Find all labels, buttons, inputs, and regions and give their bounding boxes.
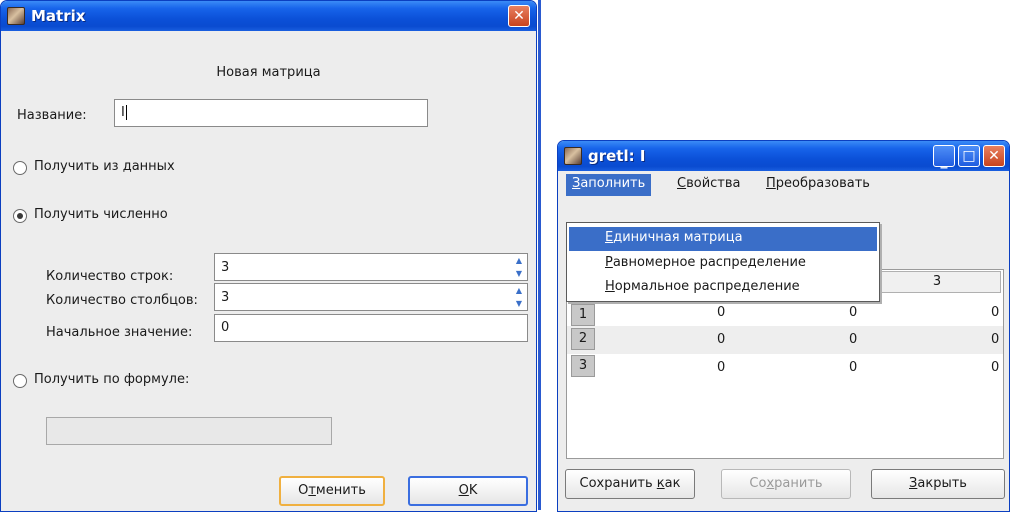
- identity-label: диничная матрица: [613, 230, 743, 245]
- identity-access: Е: [605, 230, 614, 245]
- menu-item-identity[interactable]: Единичная матрица: [569, 227, 877, 251]
- menu-props-label: войства: [686, 176, 741, 191]
- menu-item-uniform[interactable]: Равномерное распределение: [569, 252, 877, 276]
- menubar: Заполнить Свойства Преобразовать: [561, 171, 1006, 197]
- cell-r1c1[interactable]: 0: [717, 300, 725, 326]
- name-label: Название:: [17, 108, 87, 123]
- normal-label: ормальное распределение: [614, 279, 800, 294]
- close-icon: ✕: [988, 148, 1000, 164]
- cell-r2c1[interactable]: 0: [717, 327, 725, 353]
- cancel-label-a: О: [298, 483, 309, 498]
- maximize-icon: □: [962, 148, 976, 164]
- menu-fill[interactable]: Заполнить: [566, 174, 652, 196]
- rows-value: 3: [221, 260, 230, 275]
- fill-dropdown-menu: Единичная матрица Равномерное распределе…: [566, 222, 880, 302]
- save-as-label-access: к: [656, 476, 665, 491]
- gretl-titlebar[interactable]: gretl: I _ □ ✕: [558, 141, 1009, 171]
- close-button[interactable]: Закрыть: [871, 469, 1005, 499]
- formula-input[interactable]: [46, 417, 332, 445]
- radio-from-data-label[interactable]: Получить из данных: [34, 159, 175, 174]
- cancel-label-b: менить: [315, 483, 366, 498]
- cell-r3c2[interactable]: 0: [849, 355, 857, 381]
- cols-value: 3: [221, 290, 230, 305]
- gretl-title: gretl: I: [588, 147, 646, 165]
- ok-label-access: O: [458, 483, 469, 498]
- gretl-app-icon: [7, 7, 25, 25]
- save-label-a: Со: [749, 476, 767, 491]
- save-button[interactable]: Сохранить: [721, 469, 851, 499]
- menu-fill-label: аполнить: [580, 176, 646, 191]
- close-window-button[interactable]: ✕: [508, 5, 530, 27]
- gretl-app-icon: [564, 147, 582, 165]
- menu-transform[interactable]: Преобразовать: [760, 174, 876, 196]
- matrix-client: Новая матрица Название: I Получить из да…: [4, 31, 533, 511]
- row-2-bg: [567, 326, 1003, 354]
- radio-numeric[interactable]: [13, 209, 27, 223]
- menu-transform-label: реобразовать: [775, 176, 870, 191]
- spin-down-icon[interactable]: ▼: [511, 267, 527, 280]
- menu-transform-access: П: [766, 176, 776, 191]
- rows-spin-arrows[interactable]: ▲ ▼: [511, 254, 527, 280]
- save-as-label-a: Сохранить: [579, 476, 657, 491]
- initial-value-text: 0: [221, 320, 230, 335]
- col-header-3[interactable]: 3: [873, 271, 1001, 293]
- save-as-button[interactable]: Сохранить как: [565, 469, 695, 499]
- save-as-label-b: ак: [664, 476, 681, 491]
- save-label-b: ранить: [774, 476, 823, 491]
- spin-up-icon[interactable]: ▲: [511, 254, 527, 267]
- gretl-window: gretl: I _ □ ✕ Заполнить Свойства Преобр…: [557, 140, 1010, 512]
- menu-props-access: С: [677, 176, 687, 191]
- radio-formula[interactable]: [13, 374, 27, 388]
- rows-label: Количество строк:: [46, 269, 174, 284]
- radio-numeric-label[interactable]: Получить численно: [34, 207, 168, 222]
- uniform-label: авномерное распределение: [612, 255, 806, 270]
- menu-item-normal[interactable]: Нормальное распределение: [569, 276, 877, 300]
- cell-r2c3[interactable]: 0: [991, 327, 999, 353]
- save-label-access: х: [766, 476, 775, 491]
- close-icon: ✕: [513, 8, 525, 24]
- text-cursor: [125, 105, 127, 120]
- row-header-3[interactable]: 3: [571, 355, 595, 377]
- cols-spin-arrows[interactable]: ▲ ▼: [511, 284, 527, 310]
- cols-label: Количество столбцов:: [46, 293, 198, 308]
- rows-spinbox[interactable]: 3 ▲ ▼: [214, 253, 528, 281]
- window-edge: [538, 0, 541, 510]
- dialog-heading: Новая матрица: [216, 65, 321, 80]
- name-input-value: I: [121, 105, 125, 120]
- cell-r3c1[interactable]: 0: [717, 355, 725, 381]
- maximize-button[interactable]: □: [958, 145, 980, 167]
- initial-value-label: Начальное значение:: [46, 325, 193, 340]
- radio-from-data[interactable]: [13, 161, 27, 175]
- cols-spinbox[interactable]: 3 ▲ ▼: [214, 283, 528, 311]
- cell-r1c3[interactable]: 0: [991, 300, 999, 326]
- cell-r1c2[interactable]: 0: [849, 300, 857, 326]
- menu-properties[interactable]: Свойства: [671, 174, 747, 196]
- cancel-button[interactable]: Отменить: [279, 476, 385, 506]
- name-input[interactable]: I: [114, 99, 428, 127]
- cancel-label-access: т: [308, 483, 316, 498]
- row-header-2[interactable]: 2: [571, 328, 595, 350]
- ok-button[interactable]: OK: [408, 476, 528, 506]
- matrix-titlebar[interactable]: Matrix ✕: [1, 1, 536, 31]
- close-window-button[interactable]: ✕: [983, 145, 1005, 167]
- spin-down-icon[interactable]: ▼: [511, 297, 527, 310]
- initial-value-input[interactable]: 0: [214, 314, 528, 342]
- ok-label-b: K: [468, 483, 478, 498]
- spin-up-icon[interactable]: ▲: [511, 284, 527, 297]
- radio-formula-label[interactable]: Получить по формуле:: [34, 372, 189, 387]
- normal-access: Н: [605, 279, 615, 294]
- minimize-button[interactable]: _: [933, 145, 955, 169]
- cell-r3c3[interactable]: 0: [991, 355, 999, 381]
- uniform-access: Р: [605, 255, 613, 270]
- matrix-dialog: Matrix ✕ Новая матрица Название: I Получ…: [0, 0, 537, 512]
- matrix-title: Matrix: [31, 7, 86, 25]
- close-label-b: акрыть: [917, 476, 967, 491]
- row-header-1[interactable]: 1: [571, 304, 595, 326]
- cell-r2c2[interactable]: 0: [849, 327, 857, 353]
